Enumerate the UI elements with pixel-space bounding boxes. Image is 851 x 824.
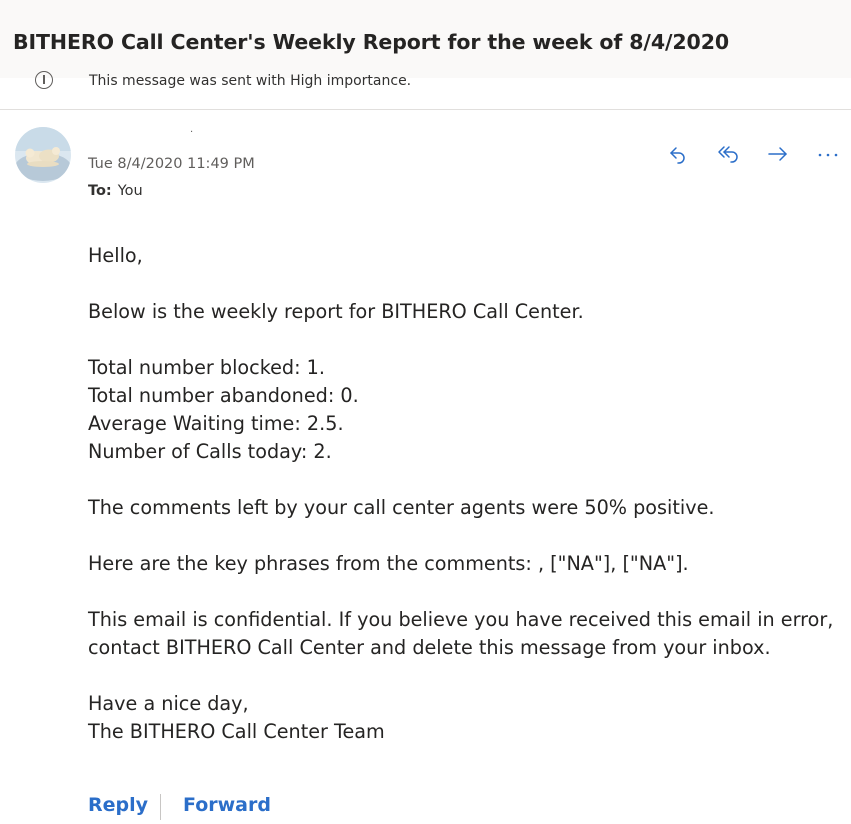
stat-waiting-time: Average Waiting time: 2.5.	[88, 412, 344, 435]
reply-all-button[interactable]	[713, 140, 745, 168]
avatar-image	[15, 127, 71, 183]
stat-blocked: Total number blocked: 1.	[88, 356, 325, 379]
to-label: To:	[88, 183, 112, 199]
importance-text: This message was sent with High importan…	[89, 73, 412, 89]
email-subject: BITHERO Call Center's Weekly Report for …	[13, 30, 730, 54]
intro-line: Below is the weekly report for BITHERO C…	[88, 300, 584, 323]
reply-button[interactable]	[662, 140, 694, 168]
reply-all-icon	[718, 146, 738, 163]
greeting: Hello,	[88, 244, 143, 267]
signature: The BITHERO Call Center Team	[88, 720, 385, 743]
key-phrases: Here are the key phrases from the commen…	[88, 552, 689, 575]
comments-sentiment: The comments left by your call center ag…	[88, 496, 715, 519]
footer-reply-button[interactable]: Reply	[88, 794, 148, 816]
footer-forward-button[interactable]: Forward	[183, 794, 271, 816]
closing-line: Have a nice day,	[88, 692, 249, 715]
more-actions-icon	[818, 153, 838, 157]
reply-icon	[670, 147, 685, 164]
to-value[interactable]: You	[118, 183, 143, 199]
forward-button[interactable]	[762, 140, 794, 168]
sent-date: Tue 8/4/2020 11:49 PM	[88, 156, 255, 172]
message-body: Hello, Below is the weekly report for BI…	[88, 242, 834, 746]
forward-icon	[768, 147, 787, 161]
confidential-line-2: contact BITHERO Call Center and delete t…	[88, 636, 771, 659]
importance-banner: This message was sent with High importan…	[0, 66, 851, 110]
more-actions-button[interactable]	[812, 140, 844, 168]
stat-abandoned: Total number abandoned: 0.	[88, 384, 359, 407]
sender-name: .	[190, 124, 194, 135]
sender-avatar[interactable]	[15, 127, 71, 183]
stat-calls-today: Number of Calls today: 2.	[88, 440, 332, 463]
confidential-line-1: This email is confidential. If you belie…	[88, 608, 834, 631]
recipient-line: To: You	[88, 183, 143, 199]
info-icon	[35, 71, 53, 89]
footer-divider	[160, 794, 161, 820]
